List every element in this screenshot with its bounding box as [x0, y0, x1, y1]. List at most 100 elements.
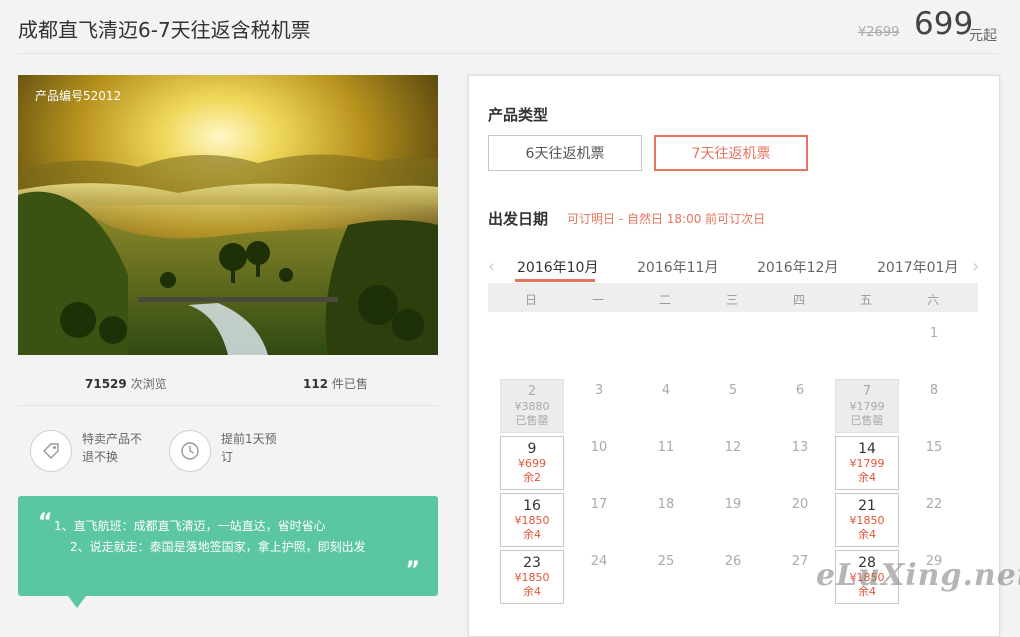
day-number: 26 — [724, 554, 742, 569]
price-suffix: 元起 — [969, 28, 997, 44]
calendar-day-18: 18 — [634, 493, 698, 547]
tag-icon — [30, 430, 72, 472]
day-number: 24 — [590, 554, 608, 569]
type-6-day-button[interactable]: 6天往返机票 — [488, 135, 642, 171]
day-price: ¥1850 — [849, 514, 885, 527]
product-id-label: 产品编号52012 — [35, 89, 122, 103]
highlight-line: 2、说走就走：泰国是落地签国家，拿上护照，即刻出发 — [70, 540, 366, 554]
feature-no-refund: 特卖产品不退不换 — [30, 430, 148, 472]
calendar-day-1: 1 — [902, 322, 966, 376]
type-7-day-button[interactable]: 7天往返机票 — [654, 135, 808, 171]
active-month-indicator — [515, 279, 595, 282]
landscape-photo-image — [18, 75, 438, 355]
day-number: 5 — [728, 383, 738, 398]
calendar-day-2: 2 ¥3880 已售罄 — [500, 379, 564, 433]
feature-advance-booking: 提前1天预订 — [169, 430, 287, 472]
product-type-label: 产品类型 — [488, 106, 549, 124]
calendar-day-14[interactable]: 14 ¥1799 余4 — [835, 436, 899, 490]
calendar-day-16[interactable]: 16 ¥1850 余4 — [500, 493, 564, 547]
calendar-day-15: 15 — [902, 436, 966, 490]
day-number: 9 — [527, 441, 537, 457]
calendar-day-23[interactable]: 23 ¥1850 余4 — [500, 550, 564, 604]
product-photo: 产品编号52012 — [18, 75, 438, 355]
calendar-day-25: 25 — [634, 550, 698, 604]
weekday-label: 一 — [591, 293, 604, 307]
day-number: 4 — [661, 383, 671, 398]
close-quote-mark: ” — [405, 558, 420, 583]
sold-count: 112 — [303, 377, 329, 391]
day-number: 22 — [925, 497, 943, 512]
calendar-day-6: 6 — [768, 379, 832, 433]
day-number: 16 — [523, 498, 541, 514]
weekday-label: 五 — [859, 293, 872, 307]
day-number: 17 — [590, 497, 608, 512]
calendar-day-24: 24 — [567, 550, 631, 604]
day-price: ¥1850 — [514, 514, 550, 527]
calendar-day-20: 20 — [768, 493, 832, 547]
views-label: 次浏览 — [130, 377, 167, 391]
calendar-day-9[interactable]: 9 ¥699 余2 — [500, 436, 564, 490]
weekday-label: 日 — [524, 293, 537, 307]
day-number: 14 — [858, 441, 876, 457]
day-price: ¥3880 — [514, 400, 550, 413]
day-number: 23 — [523, 555, 541, 571]
chevron-left-icon[interactable]: ‹ — [488, 256, 495, 277]
feature-text: 提前1天预订 — [221, 432, 277, 464]
views-count: 71529 — [85, 377, 127, 391]
weekday-header: 日 一 二 三 四 五 六 — [488, 283, 978, 312]
day-price: ¥1799 — [849, 400, 885, 413]
day-price: ¥1850 — [514, 571, 550, 584]
day-number: 10 — [590, 440, 608, 455]
calendar-day-17: 17 — [567, 493, 631, 547]
day-stock: 余4 — [523, 585, 541, 598]
calendar-day-8: 8 — [902, 379, 966, 433]
current-price: 699 — [914, 6, 974, 42]
day-number: 13 — [791, 440, 809, 455]
calendar-day-11: 11 — [634, 436, 698, 490]
month-tab[interactable]: 2017年01月 — [877, 257, 958, 277]
sold-stat: 112 件已售 — [303, 375, 368, 392]
calendar-day-19: 19 — [701, 493, 765, 547]
day-number: 7 — [862, 384, 872, 399]
day-price: ¥699 — [518, 457, 546, 470]
weekday-label: 四 — [792, 293, 805, 307]
calendar-day-13: 13 — [768, 436, 832, 490]
day-number: 25 — [657, 554, 675, 569]
weekday-label: 三 — [725, 293, 738, 307]
title-divider — [18, 53, 998, 54]
calendar-day-26: 26 — [701, 550, 765, 604]
chevron-right-icon[interactable]: › — [972, 256, 979, 277]
day-stock: 余4 — [858, 471, 876, 484]
month-tab[interactable]: 2016年10月 — [517, 257, 598, 277]
day-stock: 余4 — [858, 528, 876, 541]
stats-divider — [18, 405, 438, 406]
calendar-day-10: 10 — [567, 436, 631, 490]
day-number: 6 — [795, 383, 805, 398]
day-stock: 余2 — [523, 471, 541, 484]
weekday-label: 二 — [658, 293, 671, 307]
day-number: 21 — [858, 498, 876, 514]
calendar-day-4: 4 — [634, 379, 698, 433]
month-tab[interactable]: 2016年11月 — [637, 257, 718, 277]
month-tab[interactable]: 2016年12月 — [757, 257, 838, 277]
day-number: 1 — [929, 326, 939, 341]
calendar-day-21[interactable]: 21 ¥1850 余4 — [835, 493, 899, 547]
booking-panel: 产品类型 6天往返机票 7天往返机票 出发日期 可订明日 - 自然日 18:00… — [468, 75, 1000, 637]
day-number: 2 — [527, 384, 537, 399]
booking-deadline-note: 可订明日 - 自然日 18:00 前可订次日 — [567, 212, 766, 226]
day-number: 3 — [594, 383, 604, 398]
highlights-box-tail — [68, 596, 86, 608]
calendar-day-3: 3 — [567, 379, 631, 433]
day-stock: 余4 — [523, 528, 541, 541]
day-stock: 已售罄 — [515, 414, 549, 427]
day-number: 12 — [724, 440, 742, 455]
day-stock: 已售罄 — [850, 414, 884, 427]
product-stats: 71529 次浏览 112 件已售 — [18, 375, 438, 391]
day-number: 8 — [929, 383, 939, 398]
calendar-day-12: 12 — [701, 436, 765, 490]
sold-label: 件已售 — [331, 377, 368, 391]
original-price: ¥2699 — [858, 25, 900, 40]
weekday-label: 六 — [926, 293, 939, 307]
watermark: eLuXing.net — [816, 558, 1020, 593]
highlights-box: “ 1、直飞航班：成都直飞清迈，一站直达，省时省心 2、说走就走：泰国是落地签国… — [18, 496, 438, 596]
